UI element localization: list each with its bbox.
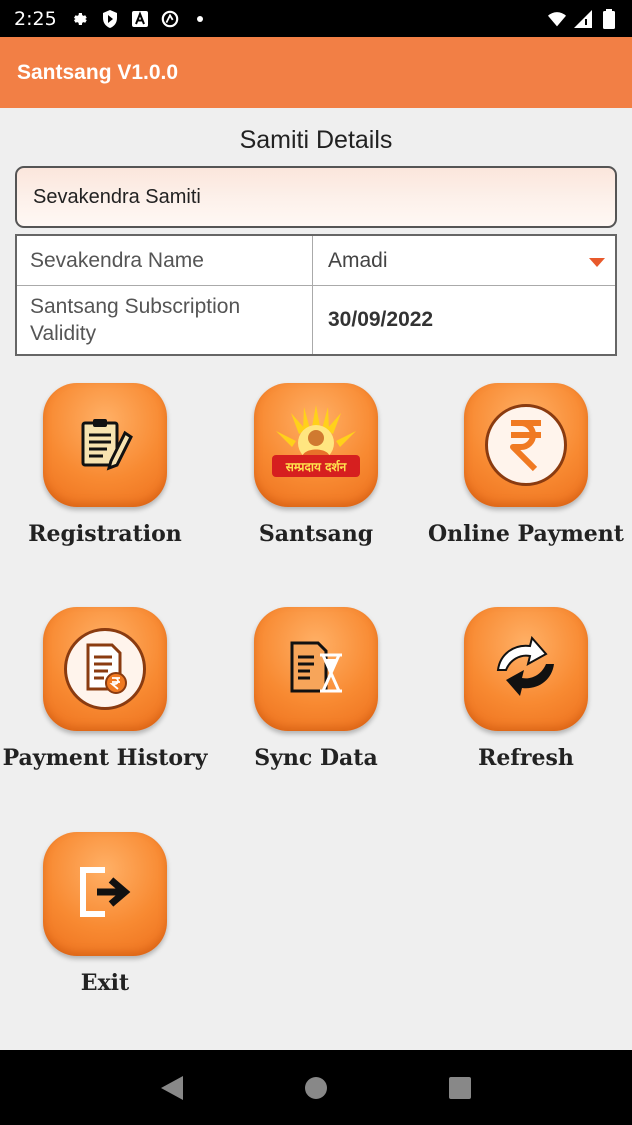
status-time: 2:25 [14,7,57,30]
sevakendra-name-value: Amadi [328,248,388,272]
dot-icon [191,10,209,28]
info-table: Sevakendra Name Amadi Santsang Subscript… [15,234,617,356]
shield-icon [101,9,119,28]
sevakendra-name-label: Sevakendra Name [17,236,313,285]
exit-icon [75,864,135,925]
payment-history-icon [64,628,146,710]
registration-button[interactable] [43,383,167,507]
subscription-validity-value: 30/09/2022 [328,308,434,331]
clipboard-pen-icon [75,413,135,478]
gear-icon [71,10,89,28]
a-icon [131,10,149,28]
online-payment-label: Online Payment [428,521,624,547]
subscription-validity-label: Santsang Subscription Validity [17,286,313,354]
refresh-icon [490,635,562,703]
sync-data-icon [284,637,348,702]
rupee-icon [485,404,567,486]
app-title: Santsang V1.0.0 [17,60,179,84]
payment-history-tile[interactable]: Payment History [0,607,210,771]
exit-button[interactable] [43,832,167,956]
santsang-logo-text: सम्प्रदाय दर्शन [285,460,348,474]
refresh-label: Refresh [478,745,574,771]
subscription-validity-row: Santsang Subscription Validity 30/09/202… [17,286,615,354]
home-icon[interactable] [303,1075,329,1101]
santsang-logo: सम्प्रदाय दर्शन [266,401,366,490]
exit-tile[interactable]: Exit [0,832,210,996]
sync-data-button[interactable] [254,607,378,731]
sevakendra-name-dropdown[interactable]: Amadi [313,236,615,285]
registration-label: Registration [28,521,182,547]
santsang-button[interactable]: सम्प्रदाय दर्शन [254,383,378,507]
payment-history-button[interactable] [43,607,167,731]
recents-icon[interactable] [447,1075,473,1101]
signal-icon [574,9,592,28]
section-title: Samiti Details [239,126,393,154]
payment-history-label: Payment History [2,745,208,771]
at-icon [161,10,179,28]
santsang-label: Santsang [258,521,374,547]
nav-bar [0,1050,632,1125]
registration-tile[interactable]: Registration [0,383,210,547]
online-payment-tile[interactable]: Online Payment [421,383,631,547]
dropdown-caret-icon[interactable] [589,257,605,267]
samiti-field[interactable]: Sevakendra Samiti [15,166,617,228]
santsang-tile[interactable]: सम्प्रदाय दर्शन Santsang [211,383,421,547]
sync-data-tile[interactable]: Sync Data [211,607,421,771]
sevakendra-name-row: Sevakendra Name Amadi [17,236,615,286]
refresh-tile[interactable]: Refresh [421,607,631,771]
sync-data-label: Sync Data [254,745,378,771]
online-payment-button[interactable] [464,383,588,507]
refresh-button[interactable] [464,607,588,731]
exit-label: Exit [80,970,130,996]
app-bar: Santsang V1.0.0 [0,37,632,108]
wifi-icon [548,10,566,28]
back-icon[interactable] [159,1075,185,1101]
battery-icon [600,8,618,29]
status-bar: 2:25 [0,0,632,37]
